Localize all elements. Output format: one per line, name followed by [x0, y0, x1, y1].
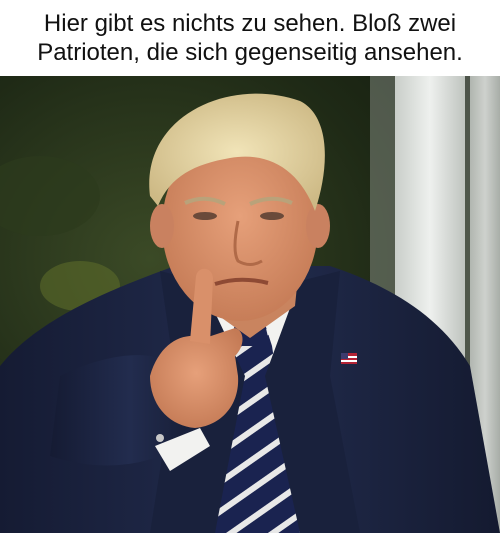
meme-caption: Hier gibt es nichts zu sehen. Bloß zwei … — [0, 0, 500, 76]
caption-line-2: Patrioten, die sich gegenseitig ansehen. — [37, 39, 463, 66]
caption-line-1: Hier gibt es nichts zu sehen. Bloß zwei — [43, 10, 457, 37]
man-pointing-photo — [0, 76, 500, 533]
meme-photo — [0, 76, 500, 533]
